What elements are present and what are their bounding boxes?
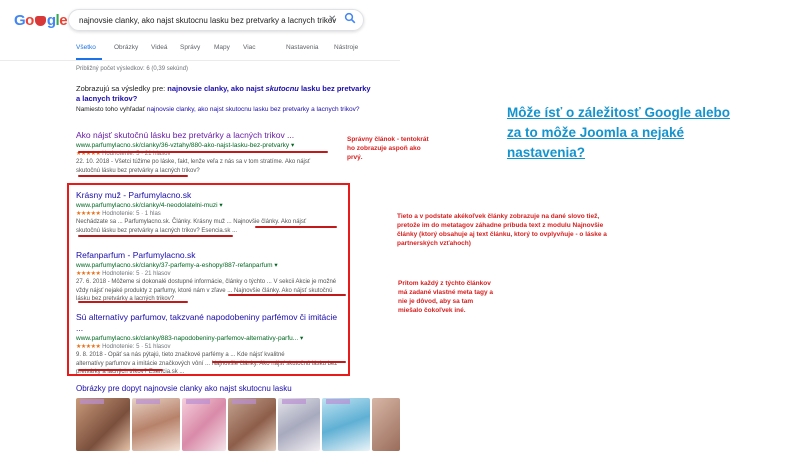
image-tag: [80, 399, 104, 404]
result-rating: ★★★★★ Hodnotenie: 5 · 1 hlas: [76, 211, 161, 217]
tab-viac[interactable]: Viac: [243, 44, 256, 51]
result-title-link[interactable]: Krásny muž - Parfumylacno.sk: [76, 190, 346, 201]
annotation-underline: [78, 369, 163, 371]
close-icon[interactable]: ✕: [328, 14, 336, 25]
result-url[interactable]: www.parfumylacno.sk/clanky/4-neodolateln…: [76, 201, 346, 210]
image-tag: [282, 399, 306, 404]
search-result: Sú alternatívy parfumov, takzvané napodo…: [76, 312, 346, 377]
result-rating: ★★★★★ Hodnotenie: 5 · 51 hlasov: [76, 344, 171, 350]
tab-nastroje[interactable]: Nástroje: [334, 44, 358, 51]
tab-vsetko[interactable]: Všetko: [76, 44, 96, 51]
annotation-headline: Môže ísť o záležitosť Google alebo za to…: [507, 105, 730, 160]
search-tabs: Všetko Obrázky Videá Správy Mapy Viac Na…: [76, 44, 396, 60]
tab-nastavenia[interactable]: Nastavenia: [286, 44, 319, 51]
annotation-correct-article: Správny článok - tentokrát ho zobrazuje …: [347, 136, 429, 161]
result-title-link[interactable]: Ako nájsť skutočnú lásku bez pretvárky a…: [76, 130, 346, 141]
image-tag: [232, 399, 256, 404]
tab-obrazky[interactable]: Obrázky: [114, 44, 138, 51]
annotation-underline: [78, 235, 233, 237]
image-tag: [136, 399, 160, 404]
spelling-correction: Zobrazujú sa výsledky pre: najnovsie cla…: [76, 84, 376, 115]
result-url[interactable]: www.parfumylacno.sk/clanky/37-parfemy-a-…: [76, 261, 346, 270]
original-query-link[interactable]: najnovsie clanky, ako najst skutocnu las…: [147, 106, 360, 113]
result-title-link[interactable]: Refanparfum - Parfumylacno.sk: [76, 250, 346, 261]
images-section-title[interactable]: Obrázky pre dopyt najnovsie clanky ako n…: [76, 384, 292, 393]
image-thumbnail[interactable]: [76, 398, 130, 451]
annotation-underline: [78, 175, 188, 177]
annotation-underline: [212, 361, 346, 363]
search-input[interactable]: najnovsie clanky, ako najst skutocnu las…: [68, 9, 364, 31]
result-stats: Približný počet výsledkov: 6 (0,39 sekún…: [76, 66, 189, 72]
search-result: Krásny muž - Parfumylacno.sk www.parfumy…: [76, 190, 346, 235]
tab-videa[interactable]: Videá: [151, 44, 168, 51]
annotation-explanation: Tieto a v podstate akékoľvek články zobr…: [397, 213, 607, 247]
annotation-underline: [255, 226, 337, 228]
image-thumbnail[interactable]: [278, 398, 320, 451]
image-thumbnail[interactable]: [182, 398, 226, 451]
search-icon[interactable]: [344, 12, 356, 24]
divider: [0, 60, 400, 61]
result-url[interactable]: www.parfumylacno.sk/clanky/36-vztahy/880…: [76, 141, 346, 150]
google-logo[interactable]: Go gle: [14, 12, 68, 29]
result-snippet: 27. 6. 2018 - Môžeme si dokonalé dostupn…: [76, 279, 337, 302]
image-thumbnail[interactable]: [228, 398, 276, 451]
result-url[interactable]: www.parfumylacno.sk/clanky/883-napodoben…: [76, 334, 346, 343]
image-tag: [186, 399, 210, 404]
search-instead-label: Namiesto toho vyhľadať: [76, 106, 146, 113]
correction-prefix: Zobrazujú sa výsledky pre:: [76, 84, 168, 93]
tab-mapy[interactable]: Mapy: [214, 44, 230, 51]
result-snippet: 9. 8. 2018 - Opäť sa nás pýtajú, tieto z…: [76, 352, 338, 375]
image-thumbnail[interactable]: [372, 398, 400, 451]
result-title-link[interactable]: Sú alternatívy parfumov, takzvané napodo…: [76, 312, 346, 334]
image-thumbnail[interactable]: [132, 398, 180, 451]
search-result: Ako nájsť skutočnú lásku bez pretvárky a…: [76, 130, 346, 175]
image-thumbnail[interactable]: [322, 398, 370, 451]
heart-icon: [34, 16, 46, 26]
result-rating: ★★★★★ Hodnotenie: 5 · 21 hlasov: [76, 271, 171, 277]
tab-spravy[interactable]: Správy: [180, 44, 200, 51]
result-snippet: 22. 10. 2018 - Všetci túžime po láske, f…: [76, 159, 311, 174]
annotation-underline: [78, 151, 328, 153]
annotation-meta-tags: Pritom každý z týchto článkov má zadané …: [398, 280, 494, 314]
image-tag: [326, 399, 350, 404]
annotation-underline: [78, 301, 188, 303]
annotation-underline: [228, 294, 346, 296]
